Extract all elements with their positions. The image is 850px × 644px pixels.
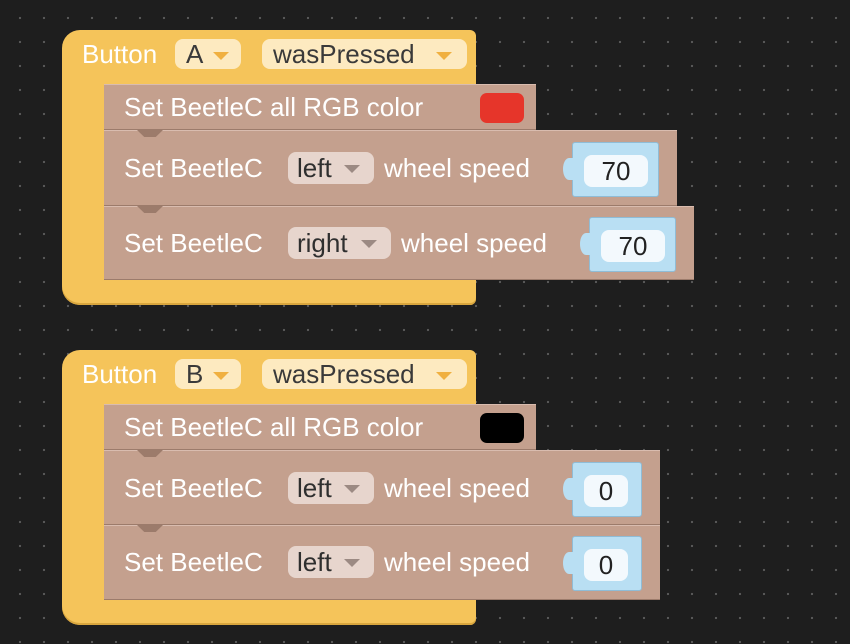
event-dropdown[interactable]: wasPressed [262,359,467,389]
number-input-slot: 0 [563,536,642,591]
wheel-dropdown-value: left [297,473,332,503]
button-dropdown-value: A [186,39,204,69]
wheel-dropdown[interactable]: right [288,227,391,259]
set-rgb-color-block[interactable]: Set BeetleC all RGB color [104,84,536,130]
event-dropdown-value: wasPressed [273,39,415,69]
set-wheel-speed-block[interactable]: Set BeetleC left wheel speed 0 [104,525,660,600]
speed-number-field[interactable]: 0 [584,475,628,507]
number-input-slot: 70 [580,217,676,272]
set-wheel-speed-block[interactable]: Set BeetleC left wheel speed 70 [104,130,677,206]
block-notch [137,206,163,213]
block-notch [137,525,163,532]
number-input-slot: 0 [563,462,642,517]
hat-label: Button [82,359,158,389]
block-label: Set BeetleC all RGB color [124,92,424,122]
wheel-dropdown-value: left [297,547,332,577]
block-label-prefix: Set BeetleC [124,228,263,258]
chevron-down-icon [344,165,360,173]
block-label-suffix: wheel speed [384,473,530,503]
wheel-dropdown[interactable]: left [288,472,374,504]
button-dropdown[interactable]: A [175,39,241,69]
block-label: Set BeetleC all RGB color [124,412,424,442]
speed-number-field[interactable]: 70 [601,230,665,262]
block-notch [137,450,163,457]
chevron-down-icon [344,485,360,493]
block-notch [137,130,163,137]
set-wheel-speed-block[interactable]: Set BeetleC left wheel speed 0 [104,450,660,525]
hat-label: Button [82,39,158,69]
set-rgb-color-block[interactable]: Set BeetleC all RGB color [104,404,536,450]
wheel-dropdown[interactable]: left [288,152,374,184]
block-label-prefix: Set BeetleC [124,153,263,183]
button-dropdown[interactable]: B [175,359,241,389]
color-swatch[interactable] [480,413,524,443]
block-label-suffix: wheel speed [384,547,530,577]
block-label-prefix: Set BeetleC [124,473,263,503]
chevron-down-icon [436,52,452,60]
block-label-suffix: wheel speed [401,228,547,258]
set-wheel-speed-block[interactable]: Set BeetleC right wheel speed 70 [104,206,694,280]
block-label-suffix: wheel speed [384,153,530,183]
event-dropdown[interactable]: wasPressed [262,39,467,69]
button-dropdown-value: B [186,359,204,389]
chevron-down-icon [436,372,452,380]
chevron-down-icon [361,240,377,248]
event-dropdown-value: wasPressed [273,359,415,389]
wheel-dropdown[interactable]: left [288,546,374,578]
chevron-down-icon [344,559,360,567]
chevron-down-icon [213,52,229,60]
speed-number-field[interactable]: 70 [584,155,648,187]
wheel-dropdown-value: right [297,228,348,258]
number-input-slot: 70 [563,142,659,197]
speed-number-field[interactable]: 0 [584,549,628,581]
color-swatch[interactable] [480,93,524,123]
wheel-dropdown-value: left [297,153,332,183]
chevron-down-icon [213,372,229,380]
block-label-prefix: Set BeetleC [124,547,263,577]
